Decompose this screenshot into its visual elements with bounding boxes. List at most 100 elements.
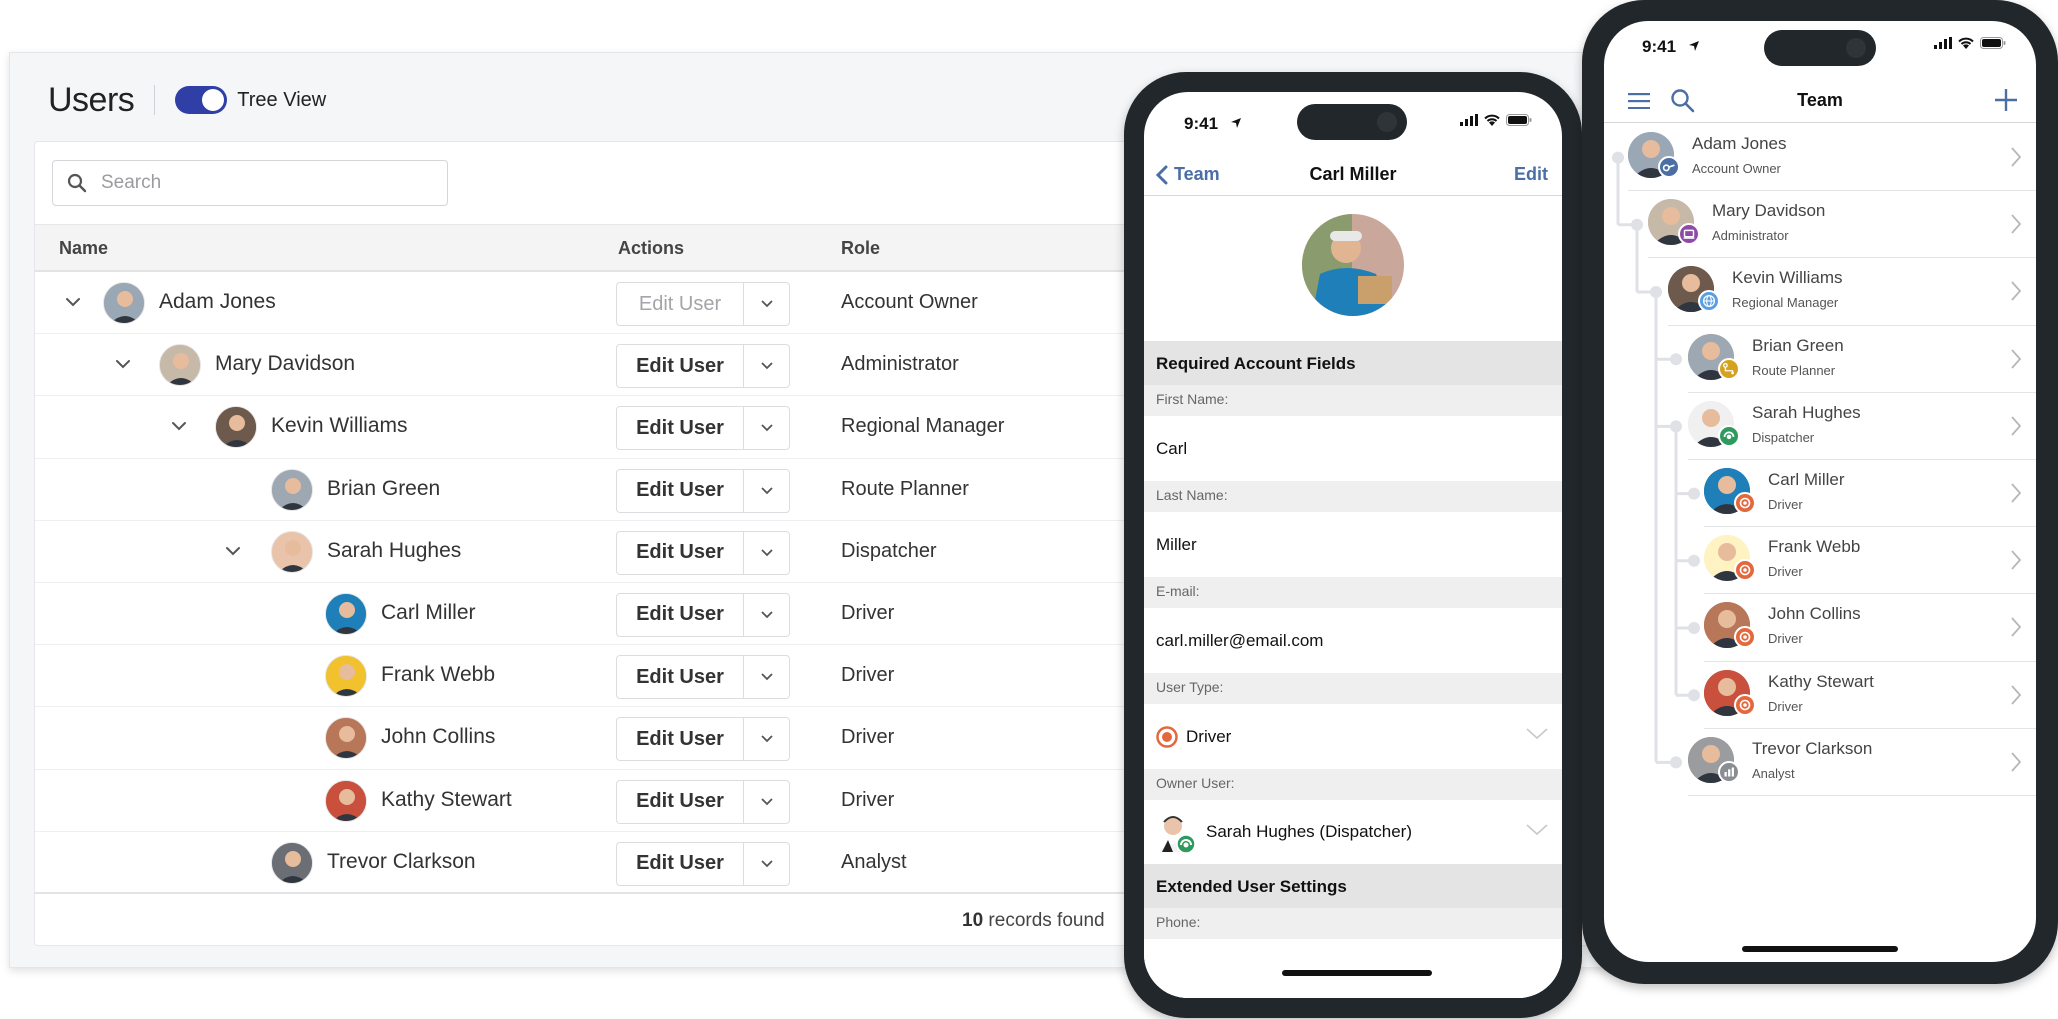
user-form: Required Account Fields First Name: Carl… [1144, 341, 1562, 998]
records-suffix: records found [983, 910, 1105, 931]
avatar [325, 592, 367, 635]
edit-user-button-group: Edit User [616, 530, 790, 575]
home-indicator[interactable] [1282, 970, 1432, 976]
team-member-row[interactable]: Kevin Williams Regional Manager [1604, 258, 2036, 326]
chevron-right-icon[interactable] [2010, 348, 2022, 370]
owner-user-select[interactable]: Sarah Hughes (Dispatcher) [1144, 800, 1562, 864]
team-tree-list: Adam Jones Account Owner Mary Davidson A… [1604, 124, 2036, 796]
actions-dropdown-button[interactable] [744, 718, 789, 760]
user-name[interactable]: Brian Green [327, 477, 440, 501]
add-icon[interactable] [1994, 88, 2018, 112]
user-name[interactable]: Kathy Stewart [381, 788, 512, 812]
chevron-down-icon [760, 797, 773, 805]
member-role: Driver [1768, 564, 1803, 580]
avatar [325, 655, 367, 698]
first-name-field[interactable]: Carl [1144, 416, 1562, 481]
chevron-right-icon[interactable] [2010, 415, 2022, 437]
actions-dropdown-button[interactable] [744, 843, 789, 885]
user-role: Driver [841, 726, 895, 749]
search-box[interactable] [52, 160, 448, 206]
member-name: Mary Davidson [1712, 201, 1826, 221]
chevron-down-icon[interactable] [169, 416, 189, 436]
avatar [325, 779, 367, 822]
team-member-row[interactable]: Kathy Stewart Driver [1604, 662, 2036, 729]
column-role[interactable]: Role [841, 238, 880, 259]
chevron-right-icon[interactable] [2010, 684, 2022, 706]
actions-dropdown-button[interactable] [744, 470, 789, 512]
toggle-knob [202, 89, 225, 111]
chevron-right-icon[interactable] [2010, 146, 2022, 168]
edit-user-button-group: Edit User [616, 468, 790, 513]
column-name[interactable]: Name [59, 238, 108, 259]
actions-dropdown-button[interactable] [744, 283, 789, 325]
profile-photo[interactable] [1302, 214, 1404, 316]
user-role: Driver [841, 788, 895, 811]
chevron-right-icon[interactable] [2010, 616, 2022, 638]
member-role: Driver [1768, 631, 1803, 647]
camera [1377, 112, 1397, 132]
edit-user-button[interactable]: Edit User [617, 656, 744, 699]
records-count: 10 records found [962, 910, 1105, 932]
edit-user-button[interactable]: Edit User [617, 593, 744, 636]
user-name[interactable]: Sarah Hughes [327, 539, 461, 563]
actions-dropdown-button[interactable] [744, 532, 789, 574]
search-icon [67, 173, 87, 193]
team-member-row[interactable]: Sarah Hughes Dispatcher [1604, 393, 2036, 460]
member-name: Kathy Stewart [1768, 671, 1874, 691]
user-role: Route Planner [841, 477, 969, 500]
edit-user-button[interactable]: Edit User [617, 531, 744, 574]
team-member-row[interactable]: Trevor Clarkson Analyst [1604, 729, 2036, 796]
user-name[interactable]: Kevin Williams [271, 414, 408, 438]
user-name[interactable]: Frank Webb [381, 663, 495, 687]
member-role: Route Planner [1752, 362, 1836, 378]
edit-user-button[interactable]: Edit User [617, 407, 744, 450]
actions-dropdown-button[interactable] [744, 656, 789, 698]
user-name[interactable]: Carl Miller [381, 601, 476, 625]
team-member-row[interactable]: John Collins Driver [1604, 594, 2036, 662]
team-member-row[interactable]: Frank Webb Driver [1604, 527, 2036, 595]
member-name: Kevin Williams [1732, 268, 1843, 288]
edit-button[interactable]: Edit [1514, 164, 1548, 185]
search-input[interactable] [101, 172, 421, 194]
user-type-select[interactable]: Driver [1144, 704, 1562, 769]
member-name: Trevor Clarkson [1752, 738, 1873, 758]
chevron-down-icon [760, 549, 773, 557]
chevron-right-icon[interactable] [2010, 549, 2022, 571]
chevron-down-icon [760, 860, 773, 867]
actions-dropdown-button[interactable] [744, 781, 789, 823]
email-field[interactable]: carl.miller@email.com [1144, 608, 1562, 673]
edit-user-button[interactable]: Edit User [617, 718, 744, 761]
chevron-down-icon[interactable] [113, 354, 133, 374]
chevron-right-icon[interactable] [2010, 213, 2022, 235]
edit-user-button[interactable]: Edit User [617, 780, 744, 823]
member-name: Frank Webb [1768, 537, 1861, 557]
actions-dropdown-button[interactable] [744, 345, 789, 387]
member-name: Adam Jones [1692, 134, 1787, 153]
home-indicator[interactable] [1742, 946, 1898, 952]
team-member-row[interactable]: Brian Green Route Planner [1604, 326, 2036, 393]
team-member-row[interactable]: Mary Davidson Administrator [1604, 191, 2036, 259]
user-name[interactable]: Adam Jones [159, 290, 276, 314]
team-member-row[interactable]: Adam Jones Account Owner [1604, 124, 2036, 192]
phone-team-list: 9:41 Team Adam Jones Account Owner Mary … [1582, 0, 2058, 984]
tree-view-toggle[interactable] [175, 86, 228, 114]
user-name[interactable]: Mary Davidson [215, 352, 355, 376]
actions-dropdown-button[interactable] [744, 594, 789, 636]
edit-user-button[interactable]: Edit User [617, 283, 744, 325]
member-role: Analyst [1752, 765, 1795, 781]
dynamic-island [1297, 104, 1407, 140]
user-name[interactable]: Trevor Clarkson [327, 850, 476, 874]
chevron-down-icon[interactable] [63, 292, 83, 312]
edit-user-button[interactable]: Edit User [617, 469, 744, 512]
chevron-right-icon[interactable] [2010, 280, 2022, 302]
chevron-down-icon[interactable] [223, 541, 243, 561]
team-member-row[interactable]: Carl Miller Driver [1604, 460, 2036, 528]
edit-user-button[interactable]: Edit User [617, 842, 744, 885]
last-name-field[interactable]: Miller [1144, 512, 1562, 577]
user-name[interactable]: John Collins [381, 725, 495, 749]
actions-dropdown-button[interactable] [744, 407, 789, 449]
edit-user-button[interactable]: Edit User [617, 345, 744, 388]
chevron-right-icon[interactable] [2010, 482, 2022, 504]
avatar [215, 406, 257, 449]
chevron-right-icon[interactable] [2010, 751, 2022, 773]
